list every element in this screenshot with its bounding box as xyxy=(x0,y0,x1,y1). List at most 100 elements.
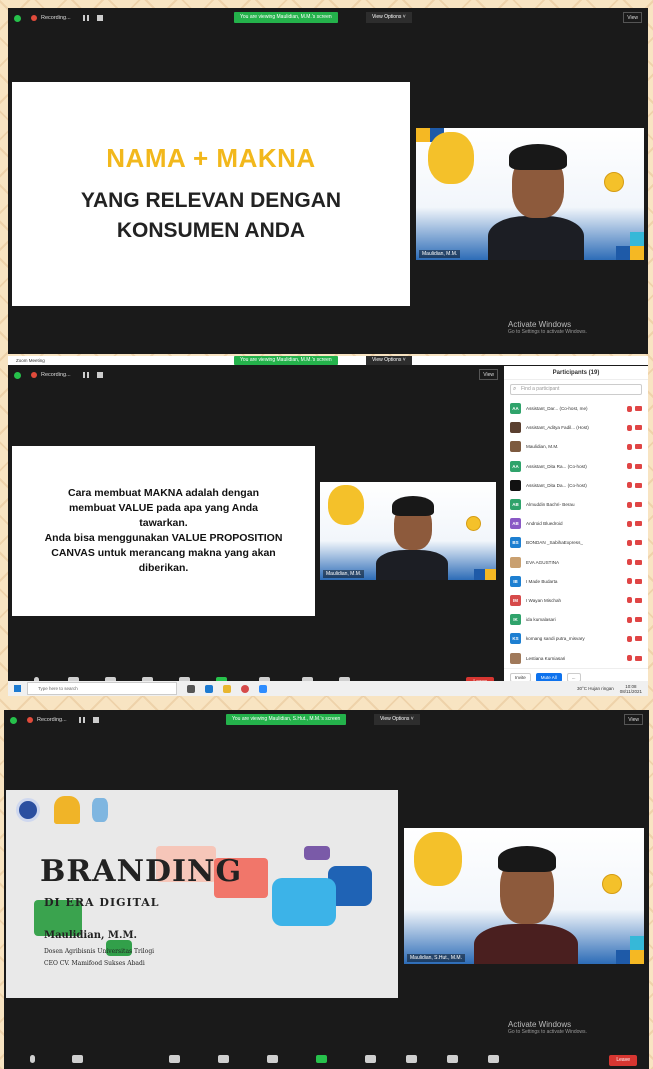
participant-row[interactable]: Assistant_Dita Da... (Co-host) xyxy=(504,476,648,495)
pause-icon[interactable] xyxy=(83,372,93,378)
participant-avatar: KS xyxy=(510,633,521,645)
view-options-button[interactable]: View Options ˅ xyxy=(366,356,412,365)
presenter-role: Dosen Agribisnis Universitas Trilogi xyxy=(44,948,155,955)
stop-video-button[interactable] xyxy=(59,1055,95,1066)
people-icon xyxy=(217,1055,229,1063)
view-options-button[interactable]: View Options ˅ xyxy=(366,12,412,23)
desa-logo xyxy=(92,798,108,822)
smiley-icon xyxy=(446,1055,458,1063)
participant-avatar xyxy=(510,441,521,453)
slide-text-line: CANVAS untuk merancang makna yang akan xyxy=(51,547,276,559)
clock[interactable]: 10:08 08/11/2021 xyxy=(620,684,642,694)
zoom-app-icon[interactable] xyxy=(259,684,267,693)
zoom-screenshot-3: Recording... You are viewing Maulidian, … xyxy=(4,710,649,1069)
participant-row[interactable]: BS BONDAN _SabihaExpress_ xyxy=(504,533,648,552)
share-screen-button[interactable] xyxy=(303,1055,339,1066)
participant-avatar: AA xyxy=(510,460,521,472)
participant-avatar: IB xyxy=(510,575,521,587)
decor-tile xyxy=(630,232,644,246)
pembicara-badge xyxy=(466,516,481,531)
windows-start-icon[interactable] xyxy=(14,685,21,692)
participant-avatar xyxy=(510,422,521,434)
viewing-banner: You are viewing Maulidian, S.Hut., M.M.'… xyxy=(226,714,347,725)
participant-row[interactable]: Assistant_Aditya Fadil... (Host) xyxy=(504,418,648,437)
participant-row[interactable]: AB Almuddin Bachri- Berau xyxy=(504,495,648,514)
view-button[interactable]: View xyxy=(624,714,643,725)
speaker-video[interactable]: Maulidian, M.M. xyxy=(416,128,644,260)
participants-button[interactable] xyxy=(205,1055,241,1066)
video-off-icon xyxy=(635,444,642,450)
stop-icon[interactable] xyxy=(96,15,103,21)
participant-avatar: IM xyxy=(510,594,521,606)
speaker-name-label: Maulidian, M.M. xyxy=(419,250,461,258)
view-options-button[interactable]: View Options ˅ xyxy=(374,714,420,725)
speaker-video[interactable]: Maulidian, S.Hut., M.M. xyxy=(404,828,644,964)
taskbar-search[interactable]: Type here to search xyxy=(27,682,177,695)
view-button[interactable]: View xyxy=(479,369,498,380)
participant-row[interactable]: AA Assistant_Dita Ra... (Co-host) xyxy=(504,457,648,476)
more-button[interactable] xyxy=(475,1055,511,1066)
participant-row[interactable]: IM I Wayan Mischah xyxy=(504,591,648,610)
participant-search-input[interactable]: Find a participant xyxy=(510,384,642,395)
shield-icon[interactable] xyxy=(14,371,21,379)
record-icon xyxy=(31,372,37,378)
pause-recording-button[interactable] xyxy=(352,1055,388,1066)
participant-name: Maulidian, M.M. xyxy=(526,444,559,450)
activate-subtitle: Go to Settings to activate Windows. xyxy=(508,329,587,335)
reactions-button[interactable] xyxy=(434,1055,470,1066)
decor-bubble xyxy=(304,846,330,860)
viewing-banner: You are viewing Maulidian, M.M.'s screen xyxy=(234,12,338,23)
stop-icon[interactable] xyxy=(96,372,103,378)
record-icon xyxy=(31,15,37,21)
system-tray: 30°C Hujan ringan 10:08 08/11/2021 xyxy=(577,684,642,694)
pause-icon[interactable] xyxy=(83,15,93,21)
speaker-video[interactable]: Maulidian, M.M. xyxy=(320,482,496,580)
participant-name: Assistant_Aditya Fadil... (Host) xyxy=(526,425,589,431)
zoom-toolbar: Leave xyxy=(4,1048,649,1069)
branding-subtitle: DI ERA DIGITAL xyxy=(44,896,160,909)
muted-mic-icon xyxy=(627,635,632,642)
participant-row[interactable]: Maulidian, M.M. xyxy=(504,437,648,456)
shield-icon[interactable] xyxy=(10,716,17,724)
decor-tile xyxy=(630,936,644,950)
file-explorer-icon[interactable] xyxy=(223,684,231,693)
pause-stop-icon xyxy=(364,1055,376,1063)
video-off-icon xyxy=(635,406,642,412)
aku-logo xyxy=(54,796,80,824)
weather-label[interactable]: 30°C Hujan ringan xyxy=(577,686,614,691)
apps-button[interactable] xyxy=(393,1055,429,1066)
participant-avatar xyxy=(510,556,521,568)
participant-row[interactable]: Lestiana Kurniasari xyxy=(504,648,648,667)
participant-row[interactable]: KS komang sandi putra_misvary xyxy=(504,629,648,648)
participant-name: Lestiana Kurniasari xyxy=(526,655,566,661)
participant-row[interactable]: EVA AGUSTINA xyxy=(504,553,648,572)
participant-row[interactable]: IB I Made Budarta xyxy=(504,572,648,591)
zoom-screenshot-1: Recording... You are viewing Maulidian, … xyxy=(8,8,648,354)
chat-button[interactable] xyxy=(254,1055,290,1066)
leave-button[interactable]: Leave xyxy=(609,1055,637,1066)
security-button[interactable] xyxy=(156,1055,192,1066)
view-button[interactable]: View xyxy=(623,12,642,23)
participant-name: ida kumalasari xyxy=(526,617,556,623)
speaker-name-label: Maulidian, S.Hut., M.M. xyxy=(407,954,465,962)
video-off-icon xyxy=(635,463,642,469)
video-off-icon xyxy=(635,559,642,565)
pause-icon[interactable] xyxy=(79,717,89,723)
task-view-icon[interactable] xyxy=(187,684,195,693)
participant-row[interactable]: AA Assistant_Dar... (Co-host, me) xyxy=(504,399,648,418)
chrome-icon[interactable] xyxy=(241,684,249,693)
decor-tile xyxy=(416,128,430,142)
shield-icon[interactable] xyxy=(14,14,21,22)
participant-row[interactable]: AB Android Bluedroid xyxy=(504,514,648,533)
edge-icon[interactable] xyxy=(205,684,213,693)
participant-name: komang sandi putra_misvary xyxy=(526,636,585,642)
participant-avatar: IK xyxy=(510,614,521,626)
muted-mic-icon xyxy=(627,597,632,604)
unmute-button[interactable] xyxy=(14,1055,50,1066)
poster-graphic xyxy=(414,832,462,886)
windows-taskbar: Type here to search 30°C Hujan ringan 10… xyxy=(8,681,648,696)
participant-row[interactable]: IK ida kumalasari xyxy=(504,610,648,629)
stop-icon[interactable] xyxy=(92,717,99,723)
muted-mic-icon xyxy=(627,520,632,527)
zoom-screenshot-2: Zoom Meeting Recording... You are viewin… xyxy=(8,356,648,696)
